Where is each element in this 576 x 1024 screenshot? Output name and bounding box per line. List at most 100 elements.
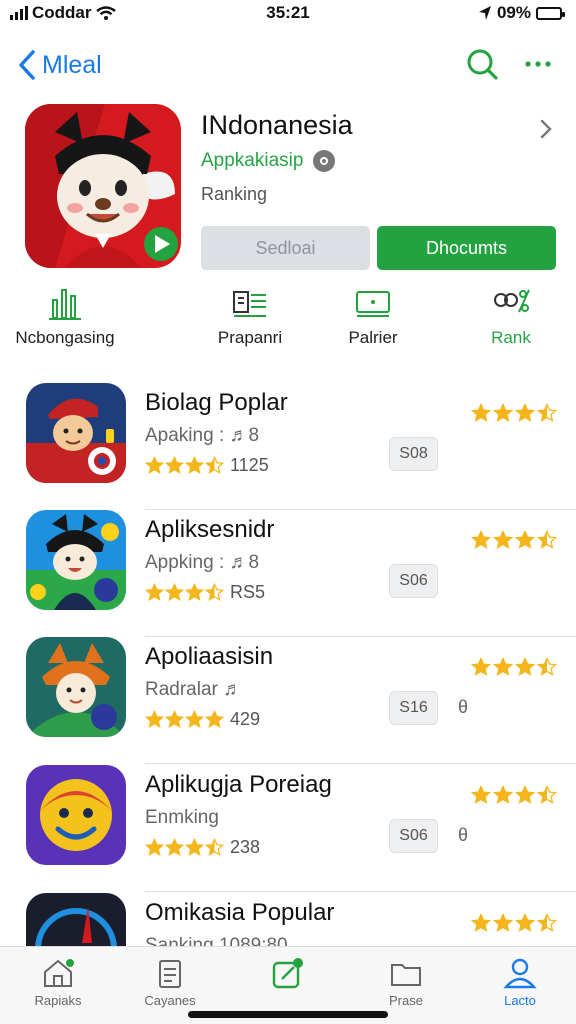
location-icon (478, 6, 491, 20)
star-icon (471, 913, 491, 932)
info-icon[interactable]: θ (458, 697, 468, 718)
primary-action-button[interactable]: Dhocumts (377, 226, 556, 270)
list-card-icon (233, 291, 266, 317)
battery-icon (536, 6, 565, 20)
rating-stars (145, 583, 224, 602)
get-button[interactable]: S06 (389, 564, 438, 598)
rating-stars (145, 456, 224, 475)
chevron-right-icon[interactable] (536, 118, 556, 140)
rating-count: 238 (230, 837, 261, 857)
app-subtitle: Apaking : ♬8 (145, 425, 260, 446)
star-icon (537, 785, 557, 804)
app-subtitle: Radralar ♬ (145, 679, 243, 700)
star-icon (515, 530, 535, 549)
star-icon (145, 456, 164, 474)
star-icon (185, 456, 204, 474)
star-icon (145, 710, 164, 728)
battery-percent: 09% (496, 3, 531, 22)
app-name: Aplikugja Poreiag (145, 771, 332, 798)
star-icon (165, 583, 184, 601)
app-subtitle: Enmking (145, 807, 219, 828)
status-bar: Coddar 35:21 09% (0, 0, 576, 28)
get-button[interactable]: S06 (389, 819, 438, 853)
secondary-action-button[interactable]: Sedloai (201, 226, 370, 270)
star-icon (145, 838, 164, 856)
app-icon (26, 765, 126, 865)
category-label: Prapanri (217, 328, 283, 347)
right-rating-stars (471, 913, 557, 933)
tab-home[interactable]: Rapiaks (18, 957, 98, 1008)
category-item-3[interactable]: Rank (478, 286, 544, 348)
category-label: Rank (491, 328, 531, 347)
category-label: Ncbongasing (15, 328, 115, 347)
featured-app-subtitle: Appkakiasip (201, 150, 336, 172)
right-rating-stars (471, 657, 557, 677)
star-icon (493, 403, 513, 422)
rating-stars (145, 838, 224, 857)
back-button[interactable]: Mleal (16, 48, 102, 82)
featured-app-ranking: Ranking (201, 184, 268, 204)
star-icon (165, 456, 184, 474)
app-list-item[interactable]: Apliksesnidr Appking : ♬8 RS5 S06 (0, 510, 576, 637)
star-icon (537, 913, 557, 932)
app-icon (26, 510, 126, 610)
rating-count: RS5 (230, 582, 266, 602)
star-icon (205, 456, 224, 474)
get-button[interactable]: S16 (389, 691, 438, 725)
star-icon (471, 657, 491, 676)
search-icon[interactable] (464, 46, 500, 82)
star-icon (537, 530, 557, 549)
rating-count: 1125 (230, 455, 269, 475)
tab-label: Rapiaks (34, 993, 82, 1008)
app-name: Biolag Poplar (145, 389, 288, 416)
star-icon (471, 785, 491, 804)
app-rating: 238 (145, 837, 260, 858)
category-item-1[interactable]: Prapanri (210, 286, 290, 348)
featured-app-title: INdonanesia (201, 110, 353, 140)
app-list-item[interactable]: Aplikugja Poreiag Enmking 238 S06 θ (0, 765, 576, 892)
tab-folder[interactable]: Prase (366, 957, 446, 1008)
message-icon (356, 291, 390, 317)
star-icon (185, 838, 204, 856)
app-rating: RS5 (145, 582, 265, 603)
app-list-item[interactable]: Apoliaasisin Radralar ♬ 429 S16 θ (0, 637, 576, 764)
star-icon (493, 785, 513, 804)
category-item-0[interactable]: Ncbongasing (15, 286, 115, 348)
star-icon (537, 657, 557, 676)
right-rating-stars (471, 785, 557, 805)
category-item-2[interactable]: Palrier (338, 286, 408, 348)
percent-rank-icon (494, 289, 530, 313)
info-icon[interactable]: θ (458, 825, 468, 846)
home-icon (44, 959, 74, 987)
tab-games[interactable]: Cayanes (130, 957, 210, 1008)
get-button[interactable]: S08 (389, 437, 438, 471)
star-icon (205, 583, 224, 601)
star-icon (515, 403, 535, 422)
back-label: Mleal (42, 50, 102, 79)
more-icon[interactable] (520, 46, 556, 82)
home-indicator (188, 1011, 388, 1018)
featured-app-category: Appkakiasip (201, 150, 304, 171)
nav-bar: Mleal (0, 40, 576, 90)
edit-icon (272, 958, 303, 989)
chevron-left-icon (19, 50, 35, 80)
person-icon (503, 958, 537, 989)
star-icon (165, 710, 184, 728)
status-right: 09% (478, 3, 565, 23)
app-list-item[interactable]: Biolag Poplar Apaking : ♬8 1125 S08 (0, 383, 576, 510)
tab-profile[interactable]: Lacto (480, 957, 560, 1008)
app-name: Apoliaasisin (145, 643, 274, 670)
star-icon (493, 913, 513, 932)
star-icon (537, 403, 557, 422)
tab-label: Lacto (504, 993, 536, 1008)
star-icon (205, 710, 224, 728)
star-icon (471, 403, 491, 422)
tab-apps[interactable] (248, 957, 328, 993)
rating-stars (145, 710, 224, 729)
tab-label: Prase (389, 993, 423, 1008)
app-rating: 429 (145, 709, 260, 730)
featured-app-icon[interactable] (25, 104, 181, 268)
right-rating-stars (471, 530, 557, 550)
category-row: Ncbongasing Prapanri Palrier Rank (0, 286, 576, 356)
star-icon (205, 838, 224, 856)
